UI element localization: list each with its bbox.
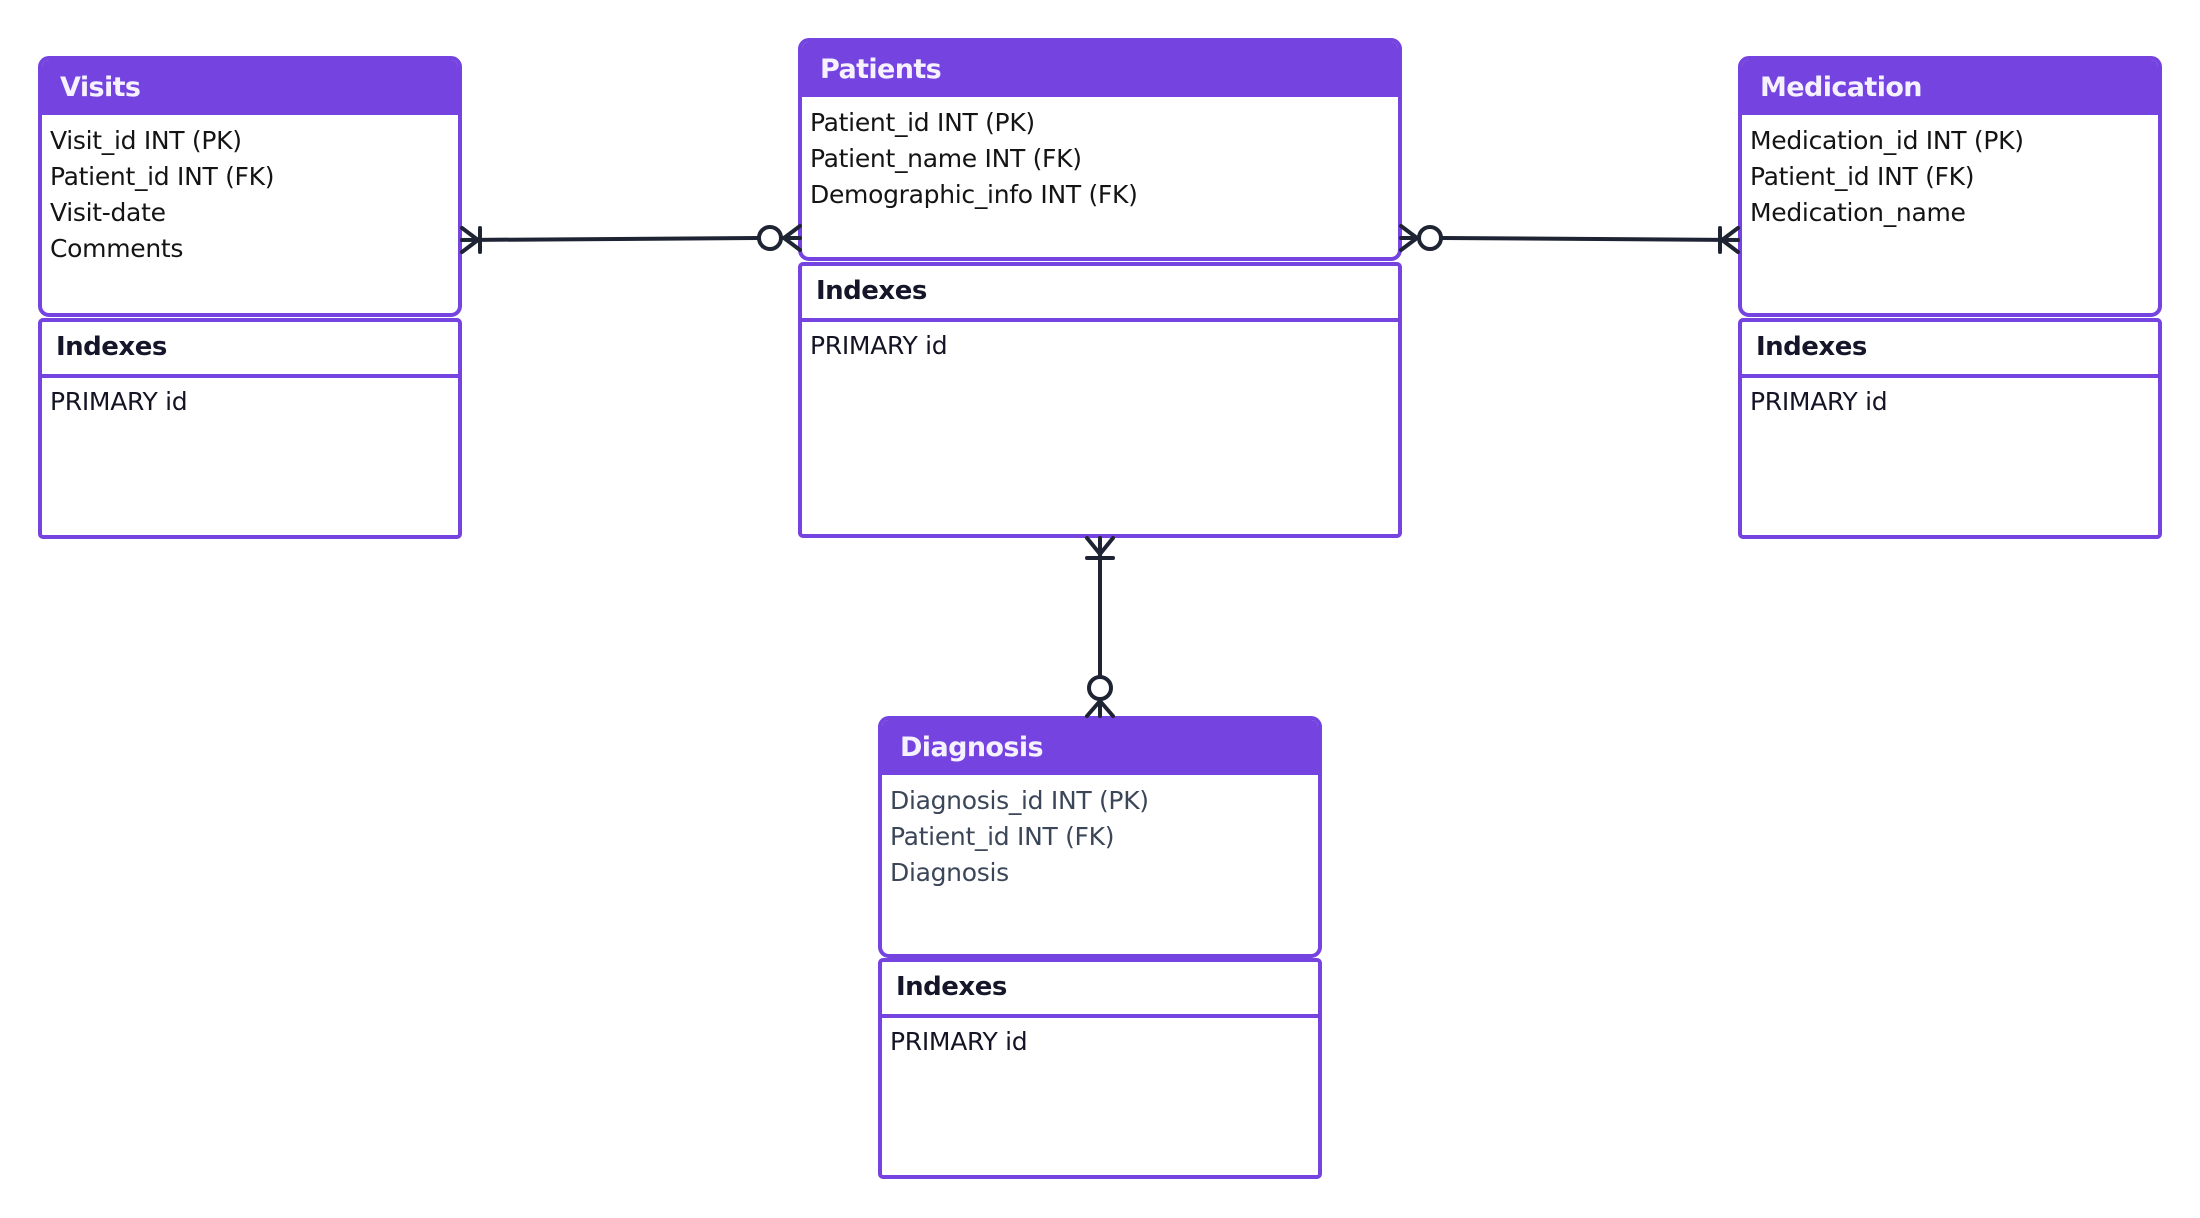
diagnosis-field-list: Diagnosis_id INT (PK) Patient_id INT (FK…	[882, 775, 1318, 891]
visits-title[interactable]: Visits	[42, 60, 458, 115]
patients-title[interactable]: Patients	[802, 42, 1398, 97]
index-primary-id[interactable]: PRIMARY id	[810, 328, 1398, 364]
field-medication-name[interactable]: Medication_name	[1750, 195, 2158, 231]
field-visit-date[interactable]: Visit-date	[50, 195, 458, 231]
field-patient-id[interactable]: Patient_id INT (FK)	[890, 819, 1318, 855]
patients-field-list: Patient_id INT (PK) Patient_name INT (FK…	[802, 97, 1398, 213]
zero-or-many-icon	[1085, 675, 1115, 718]
visits-indexes-header: Indexes	[42, 322, 458, 378]
field-medication-id[interactable]: Medication_id INT (PK)	[1750, 123, 2158, 159]
index-primary-id[interactable]: PRIMARY id	[1750, 384, 2158, 420]
diagnosis-indexes-section: Indexes PRIMARY id	[878, 958, 1322, 1179]
field-demographic-info[interactable]: Demographic_info INT (FK)	[810, 177, 1398, 213]
connector-line	[1440, 236, 1740, 242]
visits-fields-section: Visits Visit_id INT (PK) Patient_id INT …	[38, 56, 462, 317]
field-comments[interactable]: Comments	[50, 231, 458, 267]
patients-indexes-header: Indexes	[802, 266, 1398, 322]
field-patient-id[interactable]: Patient_id INT (FK)	[50, 159, 458, 195]
connector-line	[460, 236, 760, 242]
visits-indexes-section: Indexes PRIMARY id	[38, 318, 462, 539]
patients-indexes-section: Indexes PRIMARY id	[798, 262, 1402, 538]
field-diagnosis[interactable]: Diagnosis	[890, 855, 1318, 891]
entity-diagnosis[interactable]: Diagnosis Diagnosis_id INT (PK) Patient_…	[878, 716, 1322, 1179]
zero-or-many-icon	[1399, 224, 1443, 252]
field-patient-name[interactable]: Patient_name INT (FK)	[810, 141, 1398, 177]
medication-field-list: Medication_id INT (PK) Patient_id INT (F…	[1742, 115, 2158, 231]
relationship-patients-medication[interactable]	[1399, 224, 1740, 254]
medication-fields-section: Medication Medication_id INT (PK) Patien…	[1738, 56, 2162, 317]
field-patient-id[interactable]: Patient_id INT (PK)	[810, 105, 1398, 141]
diagnosis-index-list: PRIMARY id	[882, 1018, 1318, 1060]
patients-fields-section: Patients Patient_id INT (PK) Patient_nam…	[798, 38, 1402, 261]
medication-index-list: PRIMARY id	[1742, 378, 2158, 420]
medication-title[interactable]: Medication	[1742, 60, 2158, 115]
field-diagnosis-id[interactable]: Diagnosis_id INT (PK)	[890, 783, 1318, 819]
field-patient-id[interactable]: Patient_id INT (FK)	[1750, 159, 2158, 195]
index-primary-id[interactable]: PRIMARY id	[50, 384, 458, 420]
relationship-visits-patients[interactable]	[460, 224, 802, 254]
medication-indexes-section: Indexes PRIMARY id	[1738, 318, 2162, 539]
field-visit-id[interactable]: Visit_id INT (PK)	[50, 123, 458, 159]
entity-visits[interactable]: Visits Visit_id INT (PK) Patient_id INT …	[38, 56, 462, 539]
diagnosis-fields-section: Diagnosis Diagnosis_id INT (PK) Patient_…	[878, 716, 1322, 958]
relationship-patients-diagnosis[interactable]	[1085, 536, 1115, 718]
visits-field-list: Visit_id INT (PK) Patient_id INT (FK) Vi…	[42, 115, 458, 267]
diagnosis-title[interactable]: Diagnosis	[882, 720, 1318, 775]
entity-patients[interactable]: Patients Patient_id INT (PK) Patient_nam…	[798, 38, 1402, 538]
diagnosis-indexes-header: Indexes	[882, 962, 1318, 1018]
entity-medication[interactable]: Medication Medication_id INT (PK) Patien…	[1738, 56, 2162, 539]
medication-indexes-header: Indexes	[1742, 322, 2158, 378]
zero-or-many-icon	[757, 224, 802, 252]
patients-index-list: PRIMARY id	[802, 322, 1398, 364]
visits-index-list: PRIMARY id	[42, 378, 458, 420]
index-primary-id[interactable]: PRIMARY id	[890, 1024, 1318, 1060]
